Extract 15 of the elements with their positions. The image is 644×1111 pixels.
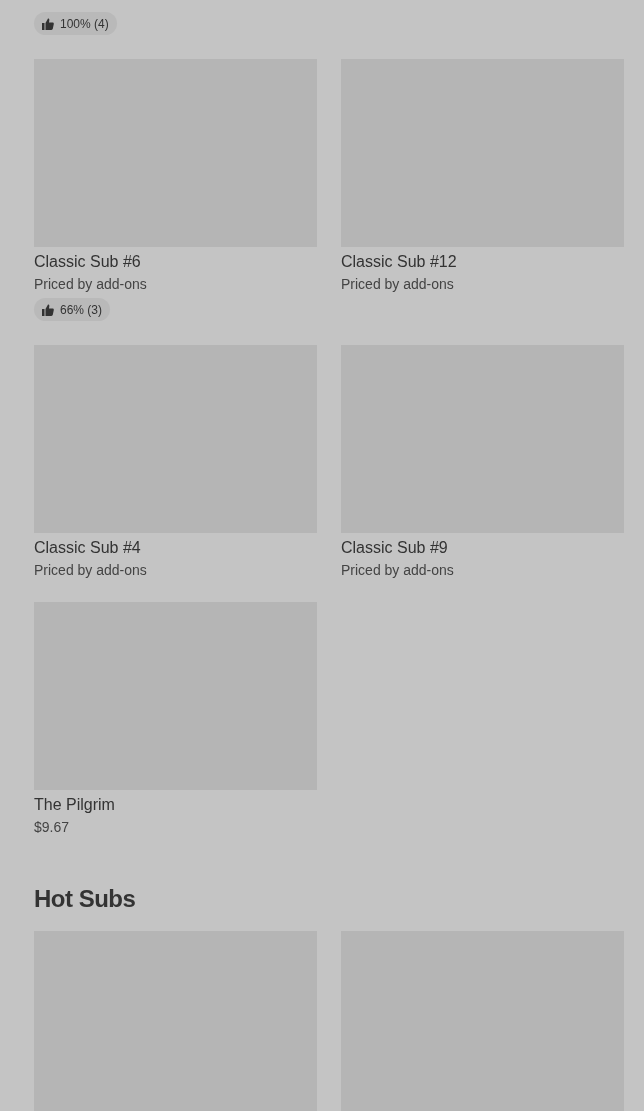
rating-badge: 66% (3) bbox=[34, 298, 111, 321]
item-name: The Pilgrim bbox=[34, 796, 116, 814]
item-price: $9.67 bbox=[34, 819, 71, 835]
rating-badge: 100% (4) bbox=[34, 12, 117, 35]
item-name: Classic Sub #6 bbox=[34, 253, 142, 271]
item-price: Priced by add-ons bbox=[341, 562, 455, 578]
item-price: Priced by add-ons bbox=[34, 562, 148, 578]
item-price: Priced by add-ons bbox=[341, 276, 455, 292]
thumbs-up-icon bbox=[42, 17, 54, 30]
item-name: Classic Sub #12 bbox=[341, 253, 458, 271]
item-price: Priced by add-ons bbox=[34, 276, 148, 292]
item-name: Classic Sub #9 bbox=[341, 539, 449, 557]
section-heading: Hot Subs bbox=[34, 885, 137, 913]
thumbs-up-icon bbox=[42, 303, 54, 316]
item-name: Classic Sub #4 bbox=[34, 539, 142, 557]
